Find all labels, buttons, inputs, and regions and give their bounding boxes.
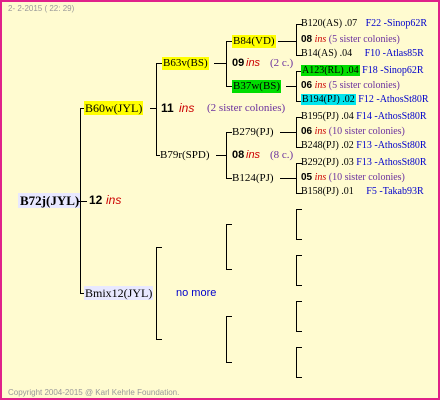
date-stamp: 2- 2-2015 ( 22: 29) [8, 4, 75, 13]
empty-bracket [156, 247, 157, 340]
empty-bracket [296, 347, 297, 378]
leaf-queen[interactable]: B194(PJ) .02 F12 -AthosSt80R [301, 94, 429, 105]
empty-bracket [296, 255, 297, 286]
grandmother-1[interactable]: B63v(BS) [162, 57, 209, 70]
father-ins-count: 11 [161, 101, 174, 115]
empty-bracket [296, 209, 297, 240]
connector [80, 108, 81, 294]
gg1-note: (2 c.) [270, 57, 294, 69]
leaf-ins-row: 06 ins (5 sister colonies) [301, 80, 400, 91]
grandmother-2[interactable]: B79r(SPD) [160, 150, 210, 161]
connector [286, 86, 296, 87]
father-queen[interactable]: B60w(JYL) [84, 101, 144, 115]
connector [296, 117, 297, 148]
gg1-ins-count: 09 [232, 57, 245, 69]
no-more-note: no more [176, 287, 217, 299]
connector [296, 163, 297, 194]
connector [214, 63, 227, 64]
connector [296, 209, 302, 210]
copyright-text: Copyright 2004-2015 @ Karl Kehrle Founda… [8, 388, 180, 397]
father-siblings-note: (2 sister colonies) [207, 102, 286, 114]
connector [296, 71, 297, 101]
connector [226, 41, 227, 87]
mother-side-queen[interactable]: Bmix12(JYL) [84, 286, 154, 300]
root-queen[interactable]: B72j(JYL) [18, 193, 82, 208]
pedigree-frame: 2- 2-2015 ( 22: 29) Copyright 2004-2015 … [0, 0, 440, 400]
connector [296, 347, 302, 348]
connector [226, 224, 232, 225]
root-ins-label: ins [106, 193, 122, 207]
connector [278, 41, 296, 42]
connector [216, 155, 227, 156]
father-ins-label: ins [179, 101, 195, 115]
connector [150, 108, 157, 109]
connector [156, 247, 162, 248]
connector [280, 132, 296, 133]
gg3-note: (8 c.) [270, 149, 294, 161]
connector [296, 255, 302, 256]
connector [296, 301, 302, 302]
connector [296, 377, 302, 378]
connector [296, 24, 297, 55]
empty-bracket [226, 224, 227, 270]
leaf-ins-row: 05 ins (10 sister colonies) [301, 172, 405, 183]
connector [296, 239, 302, 240]
leaf-queen[interactable]: B14(AS) .04 F10 -Atlas85R [301, 49, 424, 59]
connector [296, 331, 302, 332]
great-grandmother-4[interactable]: B124(PJ) [232, 173, 274, 184]
leaf-queen[interactable]: B158(PJ) .01 F5 -Takab93R [301, 187, 424, 197]
leaf-queen[interactable]: B195(PJ) .04 F14 -AthosSt80R [301, 112, 427, 122]
great-grandmother-3[interactable]: B279(PJ) [232, 127, 274, 138]
connector [280, 178, 296, 179]
connector [226, 269, 232, 270]
connector [156, 339, 162, 340]
connector [226, 316, 232, 317]
leaf-queen[interactable]: B292(PJ) .03 F13 -AthosSt80R [301, 158, 427, 168]
connector [296, 285, 302, 286]
empty-bracket [226, 316, 227, 363]
leaf-queen[interactable]: B248(PJ) .02 F13 -AthosSt80R [301, 141, 427, 151]
connector [156, 63, 157, 156]
empty-bracket [296, 301, 297, 332]
leaf-ins-row: 06 ins (10 sister colonies) [301, 126, 405, 137]
gg3-ins-label: ins [246, 149, 261, 161]
gg3-ins-count: 08 [232, 149, 245, 161]
great-grandmother-1[interactable]: B84(VD) [232, 35, 276, 48]
connector [226, 362, 232, 363]
leaf-queen[interactable]: A123(RL) .04 F18 -Sinop62R [301, 65, 424, 76]
great-grandmother-2[interactable]: B37w(BS) [232, 80, 282, 93]
gg1-ins-label: ins [246, 57, 261, 69]
root-ins-count: 12 [89, 193, 103, 207]
leaf-queen[interactable]: B120(AS) .07 F22 -Sinop62R [301, 19, 427, 29]
leaf-ins-row: 08 ins (5 sister colonies) [301, 34, 400, 45]
